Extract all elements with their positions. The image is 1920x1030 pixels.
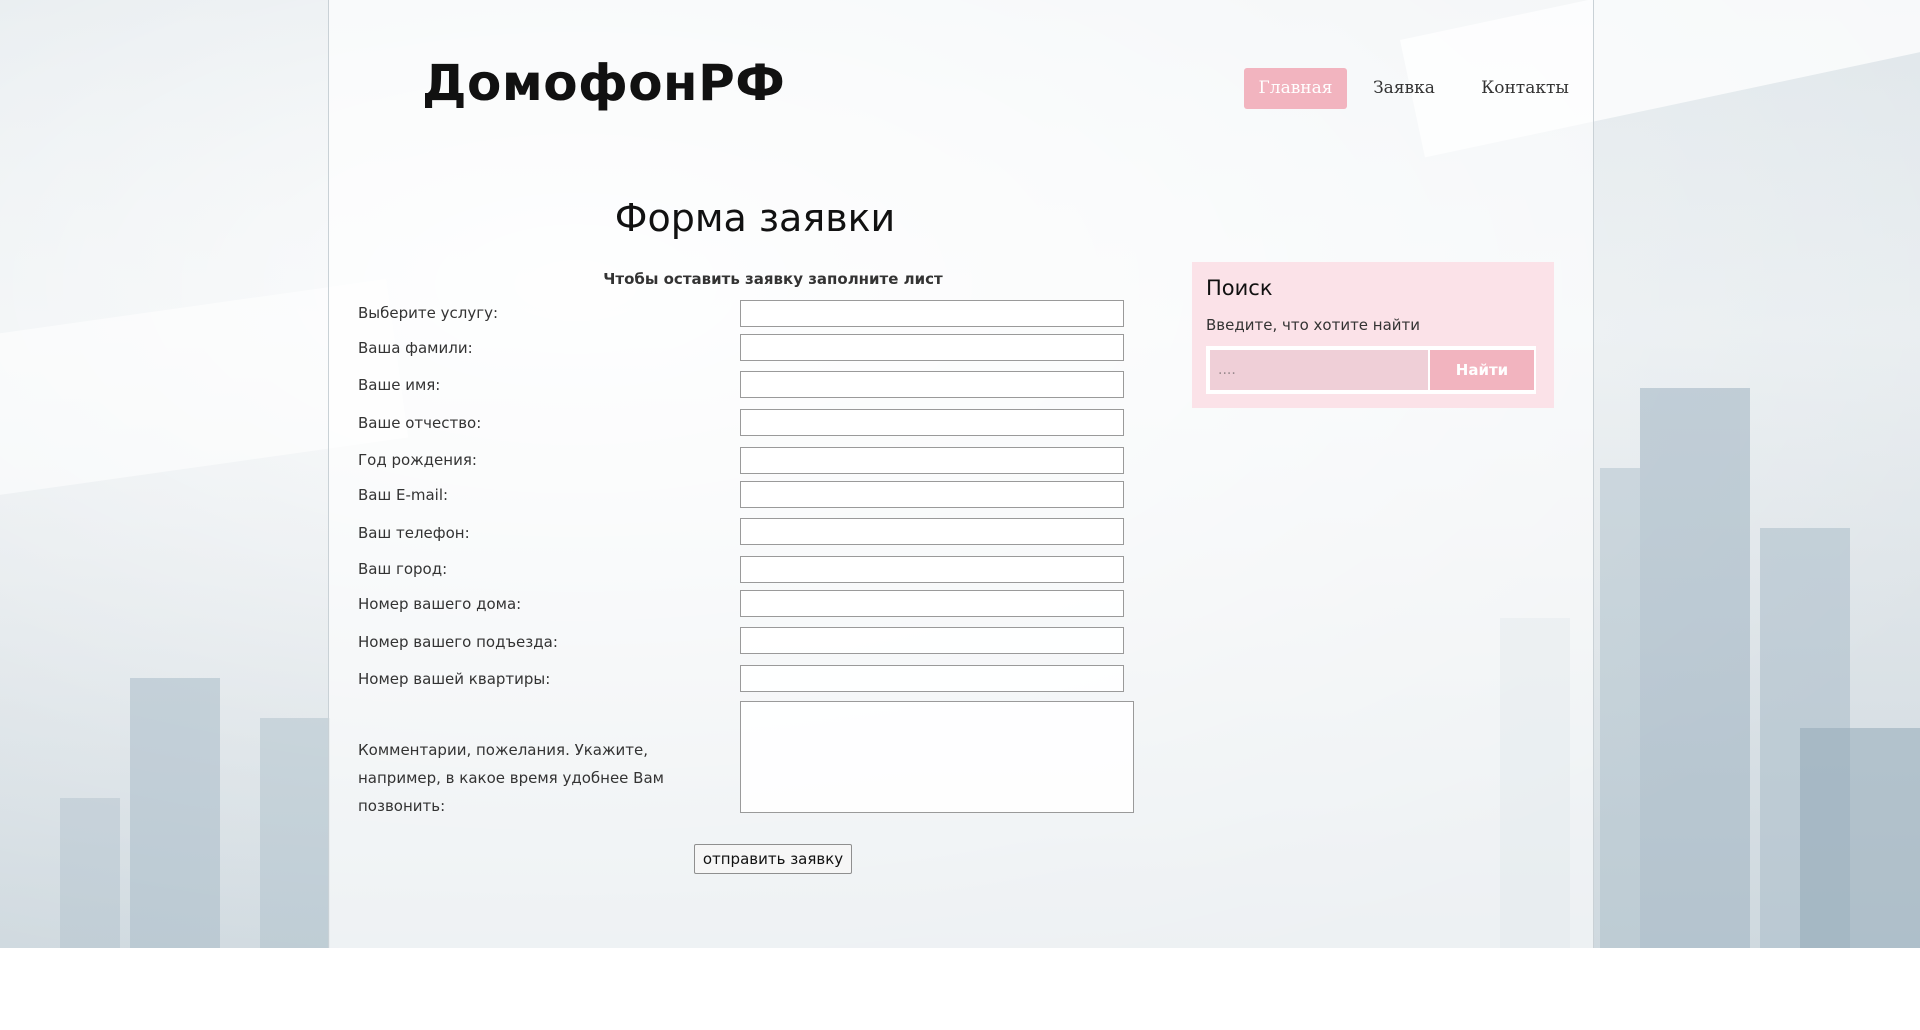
entrance-number-label: Номер вашего подъезда: bbox=[358, 633, 558, 651]
first-name-input[interactable] bbox=[740, 371, 1124, 398]
nav-item-request[interactable]: Заявка bbox=[1359, 68, 1449, 109]
surname-label: Ваша фамили: bbox=[358, 339, 473, 357]
form-subtitle: Чтобы оставить заявку заполните лист bbox=[603, 270, 943, 288]
service-label: Выберите услугу: bbox=[358, 304, 499, 322]
search-hint: Введите, что хотите найти bbox=[1206, 316, 1421, 334]
email-input[interactable] bbox=[740, 481, 1124, 508]
search-widget: Поиск Введите, что хотите найти .... Най… bbox=[1192, 262, 1554, 408]
birth-year-input[interactable] bbox=[740, 447, 1124, 474]
apartment-number-label: Номер вашей квартиры: bbox=[358, 670, 551, 688]
search-form: .... Найти bbox=[1206, 346, 1536, 394]
city-label: Ваш город: bbox=[358, 560, 448, 578]
submit-request-button[interactable]: отправить заявку bbox=[694, 844, 852, 874]
first-name-label: Ваше имя: bbox=[358, 376, 441, 394]
nav-item-home[interactable]: Главная bbox=[1244, 68, 1347, 109]
search-title: Поиск bbox=[1206, 276, 1273, 300]
entrance-number-input[interactable] bbox=[740, 627, 1124, 654]
birth-year-label: Год рождения: bbox=[358, 451, 477, 469]
surname-input[interactable] bbox=[740, 334, 1124, 361]
phone-input[interactable] bbox=[740, 518, 1124, 545]
phone-label: Ваш телефон: bbox=[358, 524, 470, 542]
comment-textarea[interactable] bbox=[740, 701, 1134, 813]
search-input[interactable]: .... bbox=[1210, 350, 1428, 390]
patronymic-label: Ваше отчество: bbox=[358, 414, 482, 432]
service-select[interactable] bbox=[740, 300, 1124, 327]
site-logo[interactable]: ДомофонРФ bbox=[422, 54, 785, 112]
apartment-number-input[interactable] bbox=[740, 665, 1124, 692]
city-input[interactable] bbox=[740, 556, 1124, 583]
house-number-input[interactable] bbox=[740, 590, 1124, 617]
comment-label: Комментарии, пожелания. Укажите, наприме… bbox=[358, 741, 664, 815]
nav-item-contacts[interactable]: Контакты bbox=[1465, 68, 1585, 109]
email-label: Ваш E-mail: bbox=[358, 486, 449, 504]
house-number-label: Номер вашего дома: bbox=[358, 595, 522, 613]
form-title: Форма заявки bbox=[614, 196, 896, 240]
search-button[interactable]: Найти bbox=[1430, 350, 1534, 390]
patronymic-input[interactable] bbox=[740, 409, 1124, 436]
